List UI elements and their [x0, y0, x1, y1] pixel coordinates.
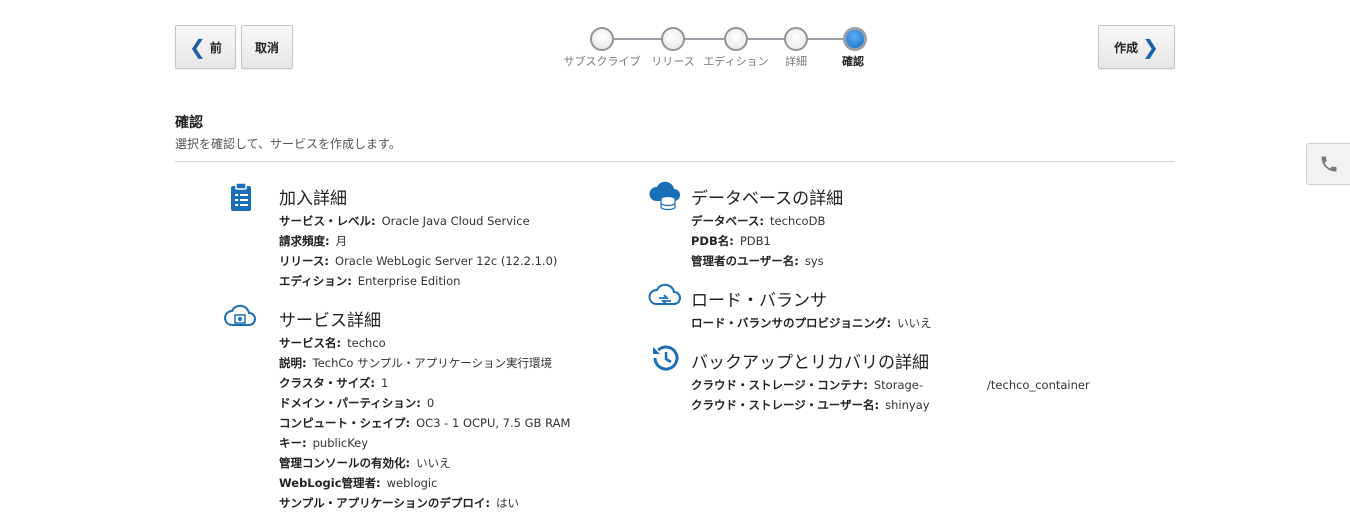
chevron-right-icon: ❯	[1142, 35, 1159, 59]
row-label: 説明:	[279, 356, 307, 370]
create-label: 作成	[1114, 40, 1139, 55]
row-value: techco	[347, 336, 386, 350]
row-label: クラウド・ストレージ・ユーザー名:	[691, 398, 880, 412]
row-label: サービス・レベル:	[279, 214, 376, 228]
service-title: サービス詳細	[279, 311, 381, 331]
train-label-release[interactable]: リリース	[651, 53, 694, 69]
row-label: エディション:	[279, 274, 352, 288]
subscription-row: エディション: Enterprise Edition	[279, 273, 460, 289]
row-value: TechCo サンプル・アプリケーション実行環境	[312, 356, 553, 370]
subscription-row: リリース: Oracle WebLogic Server 12c (12.2.1.…	[279, 253, 557, 269]
row-value: 0	[426, 396, 435, 410]
service-row: 説明: TechCo サンプル・アプリケーション実行環境	[279, 355, 552, 371]
row-label: リリース:	[279, 254, 330, 268]
row-label: サンプル・アプリケーションのデプロイ:	[279, 496, 491, 510]
prev-button[interactable]: ❮ 前	[175, 25, 236, 69]
cancel-button[interactable]: 取消	[241, 25, 293, 69]
database-row: PDB名: PDB1	[691, 233, 771, 249]
row-label: クラウド・ストレージ・コンテナ:	[691, 378, 868, 392]
row-value: PDB1	[739, 234, 771, 248]
row-value: Oracle WebLogic Server 12c (12.2.1.0)	[335, 254, 558, 268]
prev-label: 前	[209, 40, 222, 55]
service-row: コンピュート・シェイプ: OC3 - 1 OCPU, 7.5 GB RAM	[279, 415, 570, 431]
row-value: 1	[381, 376, 389, 390]
row-value: shinyay	[885, 398, 930, 412]
row-value: weblogic	[386, 476, 438, 490]
row-label: キー:	[279, 436, 307, 450]
loadbalancer-title: ロード・バランサ	[691, 291, 827, 311]
header-divider	[175, 161, 1175, 162]
service-row: WebLogic管理者: weblogic	[279, 475, 437, 491]
service-row: ドメイン・パーティション: 0	[279, 395, 434, 411]
row-label: 管理コンソールの有効化:	[279, 456, 411, 470]
service-row: キー: publicKey	[279, 435, 368, 451]
row-label: データベース:	[691, 214, 765, 228]
row-label: コンピュート・シェイプ:	[279, 416, 411, 430]
backup-row: クラウド・ストレージ・コンテナ: Storage- /techco_containe…	[691, 377, 1090, 393]
row-label: 管理者のユーザー名:	[691, 254, 799, 268]
phone-icon	[1321, 156, 1336, 172]
cloud-gear-icon	[224, 304, 256, 326]
row-value-suffix: /techco_container	[987, 378, 1090, 392]
train-stop-details[interactable]	[784, 27, 808, 51]
train-label-subscribe[interactable]: サブスクライブ	[564, 53, 641, 69]
cloud-database-icon	[649, 181, 680, 211]
row-label: ロード・バランサのプロビジョニング:	[691, 316, 892, 330]
page-title: 確認	[175, 115, 203, 131]
clipboard-icon	[231, 182, 251, 211]
backup-row: クラウド・ストレージ・ユーザー名: shinyay	[691, 397, 930, 413]
service-row: クラスタ・サイズ: 1	[279, 375, 388, 391]
page-subtitle: 選択を確認して、サービスを作成します。	[175, 137, 401, 151]
row-label: サービス名:	[279, 336, 342, 350]
row-value: Oracle Java Cloud Service	[381, 214, 530, 228]
cloud-loadbalancer-icon	[648, 283, 681, 305]
row-label: 請求頻度:	[279, 234, 330, 248]
row-value: publicKey	[312, 436, 369, 450]
row-value: いいえ	[416, 456, 451, 470]
row-label: クラスタ・サイズ:	[279, 376, 376, 390]
row-value: sys	[804, 254, 824, 268]
database-title: データベースの詳細	[691, 189, 844, 209]
row-value: OC3 - 1 OCPU, 7.5 GB RAM	[416, 416, 571, 430]
row-value: はい	[496, 496, 520, 510]
row-label: ドメイン・パーティション:	[279, 396, 421, 410]
train-label-details[interactable]: 詳細	[785, 53, 807, 69]
database-row: データベース: techcoDB	[691, 213, 825, 229]
subscription-row: サービス・レベル: Oracle Java Cloud Service	[279, 213, 530, 229]
train-label-edition[interactable]: エディション	[703, 53, 768, 69]
cancel-label: 取消	[254, 40, 279, 55]
train-stop-release[interactable]	[661, 27, 685, 51]
create-button[interactable]: 作成 ❯	[1098, 25, 1175, 69]
row-label: PDB名:	[691, 234, 734, 248]
train-stop-confirm	[843, 27, 867, 51]
row-value: いいえ	[897, 316, 932, 330]
chevron-left-icon: ❮	[189, 35, 206, 59]
subscription-title: 加入詳細	[279, 189, 347, 209]
service-row: サンプル・アプリケーションのデプロイ: はい	[279, 495, 519, 511]
database-row: 管理者のユーザー名: sys	[691, 253, 824, 269]
loadbalancer-row: ロード・バランサのプロビジョニング: いいえ	[691, 315, 932, 331]
step-train: サブスクライブ リリース エディション 詳細 確認	[555, 26, 875, 70]
contact-tab[interactable]	[1306, 143, 1350, 185]
row-label: WebLogic管理者:	[279, 476, 381, 490]
row-value: Storage-	[873, 378, 924, 392]
service-row: 管理コンソールの有効化: いいえ	[279, 455, 451, 471]
row-value: 月	[335, 234, 348, 248]
row-value: Enterprise Edition	[357, 274, 461, 288]
service-row: サービス名: techco	[279, 335, 386, 351]
backup-history-icon	[653, 345, 679, 371]
subscription-row: 請求頻度: 月	[279, 233, 347, 249]
row-value: techcoDB	[770, 214, 826, 228]
backup-title: バックアップとリカバリの詳細	[691, 353, 929, 373]
train-stop-edition[interactable]	[724, 27, 748, 51]
train-stop-subscribe[interactable]	[590, 27, 614, 51]
train-label-confirm: 確認	[842, 55, 864, 68]
